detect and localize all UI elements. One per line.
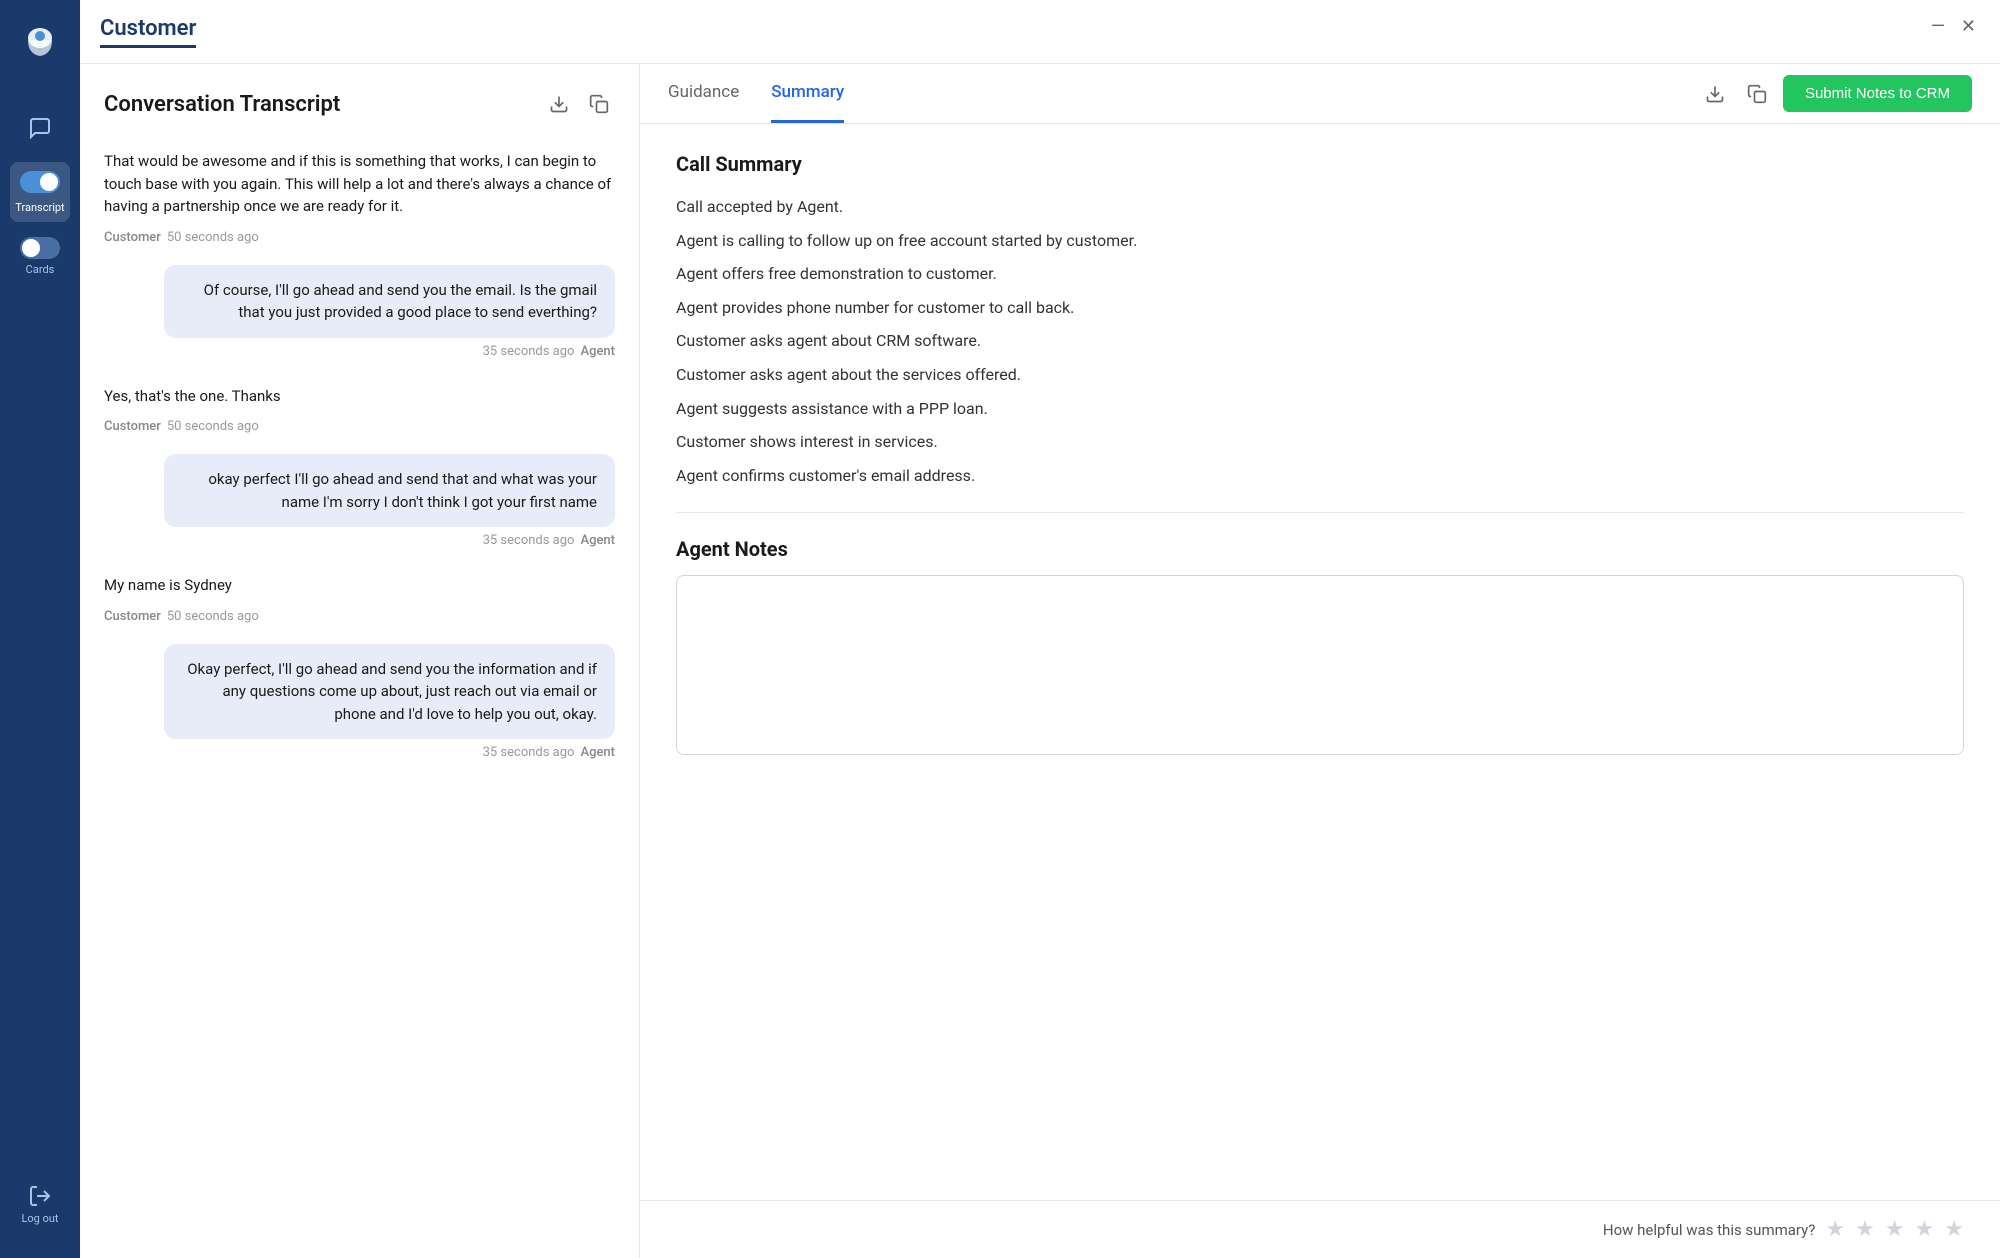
list-item: Of course, I'll go ahead and send you th… [104, 265, 615, 359]
message-text: My name is Sydney [104, 576, 232, 594]
star-3[interactable]: ★ [1885, 1217, 1905, 1242]
summary-item: Customer asks agent about the services o… [676, 362, 1964, 388]
message-meta: Customer 50 seconds ago [104, 419, 615, 434]
content-split: Conversation Transcript [80, 64, 2000, 1258]
main-content: Customer — ✕ Conversation Transcript [80, 0, 2000, 1258]
list-item: Yes, that's the one. Thanks Customer 50 … [104, 379, 615, 435]
window-controls: — ✕ [1931, 16, 1976, 37]
summary-divider [676, 512, 1964, 513]
message-sender: Agent [580, 745, 615, 760]
message-text: That would be awesome and if this is som… [104, 152, 611, 215]
message-meta: 35 seconds ago Agent [104, 344, 615, 359]
message-time: 35 seconds ago [483, 533, 575, 548]
summary-item: Customer shows interest in services. [676, 429, 1964, 455]
sidebar-item-logout[interactable]: Log out [10, 1174, 70, 1234]
summary-item: Call accepted by Agent. [676, 194, 1964, 220]
transcript-title: Conversation Transcript [104, 92, 340, 117]
message-meta: 35 seconds ago Agent [104, 745, 615, 760]
agent-bubble: okay perfect I'll go ahead and send that… [164, 454, 615, 527]
message-sender: Agent [580, 344, 615, 359]
agent-notes-textarea[interactable] [676, 575, 1964, 755]
close-button[interactable]: ✕ [1961, 16, 1976, 37]
message-time: 35 seconds ago [483, 745, 575, 760]
message-text: Of course, I'll go ahead and send you th… [204, 281, 597, 322]
summary-item: Agent is calling to follow up on free ac… [676, 228, 1964, 254]
transcript-copy-button[interactable] [583, 88, 615, 120]
call-summary-title: Call Summary [676, 152, 1964, 176]
sidebar-item-logout-label: Log out [21, 1212, 58, 1225]
sidebar-item-transcript-label: Transcript [15, 201, 64, 214]
message-sender: Customer [104, 230, 161, 245]
tab-guidance[interactable]: Guidance [668, 64, 739, 123]
star-2[interactable]: ★ [1855, 1217, 1875, 1242]
right-panel-tabs: Guidance Summary [640, 64, 2000, 124]
rating-row: How helpful was this summary? ★ ★ ★ ★ ★ [640, 1200, 2000, 1258]
customer-bubble: That would be awesome and if this is som… [104, 144, 615, 224]
summary-item: Agent provides phone number for customer… [676, 295, 1964, 321]
list-item: Okay perfect, I'll go ahead and send you… [104, 644, 615, 761]
agent-bubble: Okay perfect, I'll go ahead and send you… [164, 644, 615, 740]
app-logo [14, 18, 66, 74]
summary-content-area: Call Summary Call accepted by Agent. Age… [640, 124, 2000, 1200]
summary-item: Agent suggests assistance with a PPP loa… [676, 396, 1964, 422]
right-panel: Guidance Summary [640, 64, 2000, 1258]
message-time: 50 seconds ago [167, 419, 259, 434]
transcript-header-actions [543, 88, 615, 120]
summary-item: Agent offers free demonstration to custo… [676, 261, 1964, 287]
list-item: That would be awesome and if this is som… [104, 144, 615, 245]
minimize-button[interactable]: — [1931, 16, 1945, 37]
message-meta: Customer 50 seconds ago [104, 609, 615, 624]
message-text: okay perfect I'll go ahead and send that… [208, 470, 597, 511]
agent-bubble: Of course, I'll go ahead and send you th… [164, 265, 615, 338]
summary-download-button[interactable] [1699, 78, 1731, 110]
star-4[interactable]: ★ [1915, 1217, 1935, 1242]
message-text: Yes, that's the one. Thanks [104, 387, 281, 405]
message-time: 50 seconds ago [167, 230, 259, 245]
summary-item: Customer asks agent about CRM software. [676, 328, 1964, 354]
summary-copy-button[interactable] [1741, 78, 1773, 110]
sidebar-bottom: Log out [10, 1174, 70, 1238]
transcript-panel: Conversation Transcript [80, 64, 640, 1258]
message-time: 35 seconds ago [483, 344, 575, 359]
rating-label: How helpful was this summary? [1603, 1221, 1815, 1239]
message-text: Okay perfect, I'll go ahead and send you… [187, 660, 597, 723]
customer-bubble: Yes, that's the one. Thanks [104, 379, 615, 414]
list-item: okay perfect I'll go ahead and send that… [104, 454, 615, 548]
list-item: My name is Sydney Customer 50 seconds ag… [104, 568, 615, 624]
tab-summary[interactable]: Summary [771, 64, 844, 123]
message-meta: 35 seconds ago Agent [104, 533, 615, 548]
page-title: Customer [100, 16, 196, 48]
transcript-download-button[interactable] [543, 88, 575, 120]
message-time: 50 seconds ago [167, 609, 259, 624]
sidebar: Transcript Cards Log out [0, 0, 80, 1258]
message-sender: Agent [580, 533, 615, 548]
sidebar-item-cards[interactable]: Cards [10, 226, 70, 286]
sidebar-item-transcript[interactable]: Transcript [10, 162, 70, 222]
sidebar-item-chat[interactable] [10, 98, 70, 158]
star-1[interactable]: ★ [1825, 1217, 1845, 1242]
message-sender: Customer [104, 419, 161, 434]
submit-notes-button[interactable]: Submit Notes to CRM [1783, 75, 1972, 112]
star-5[interactable]: ★ [1944, 1217, 1964, 1242]
sidebar-item-cards-label: Cards [26, 263, 55, 276]
right-panel-header-actions: Submit Notes to CRM [1699, 75, 1972, 112]
transcript-messages: That would be awesome and if this is som… [80, 136, 639, 1258]
message-meta: Customer 50 seconds ago [104, 230, 615, 245]
transcript-header: Conversation Transcript [80, 64, 639, 136]
transcript-toggle[interactable] [20, 171, 60, 193]
top-nav: Customer — ✕ [80, 0, 2000, 64]
agent-notes-title: Agent Notes [676, 537, 1964, 561]
customer-bubble: My name is Sydney [104, 568, 615, 603]
message-sender: Customer [104, 609, 161, 624]
summary-item: Agent confirms customer's email address. [676, 463, 1964, 489]
